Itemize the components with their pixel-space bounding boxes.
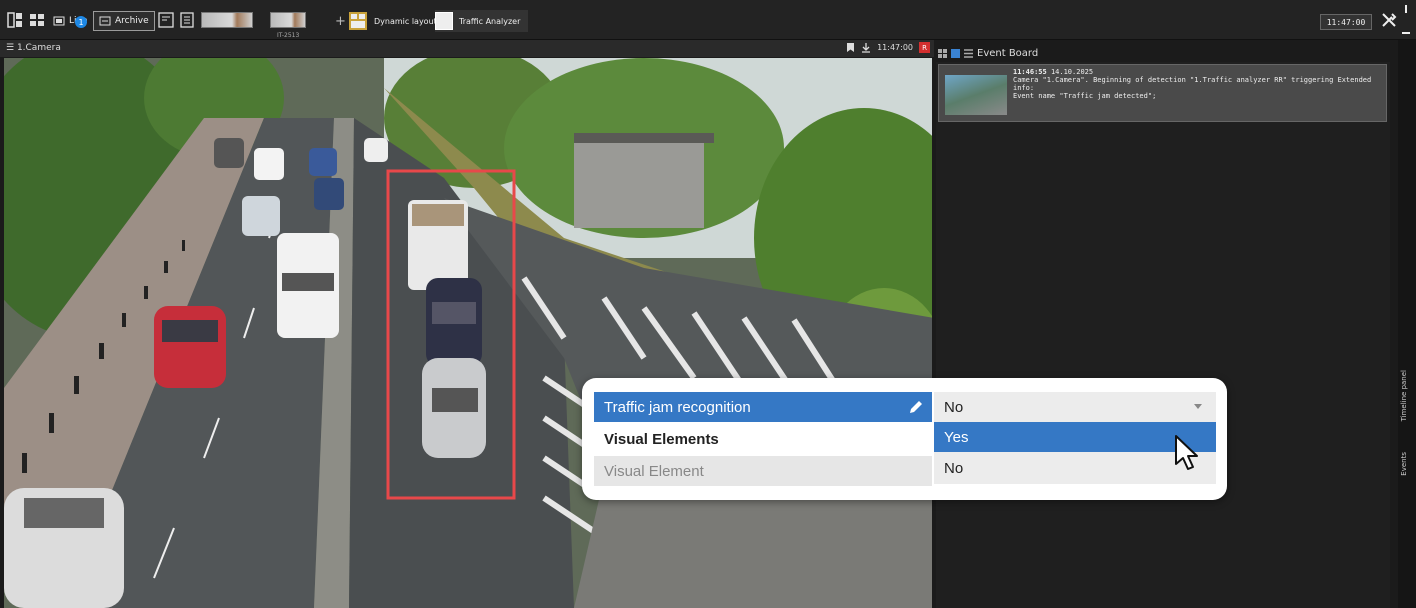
live-button[interactable]: Live 1 xyxy=(48,11,92,31)
archive-label: Archive xyxy=(115,16,149,26)
list-view-icon[interactable] xyxy=(964,48,973,58)
event-board-panel xyxy=(936,62,1390,608)
layout-label: Dynamic layout xyxy=(374,16,437,26)
archive-button[interactable]: Archive xyxy=(93,11,155,31)
recording-badge: R xyxy=(919,42,930,53)
event-text: 11:46:55 14.10.2025 Camera "1.Camera". B… xyxy=(1013,68,1383,100)
archive-icon xyxy=(99,16,111,26)
tools-icon[interactable] xyxy=(1380,11,1398,29)
property-label: Traffic jam recognition xyxy=(604,398,751,416)
property-traffic-jam-recognition[interactable]: Traffic jam recognition xyxy=(594,392,932,422)
thumbnail-label: IT-2513 xyxy=(277,32,300,39)
grid-icon[interactable] xyxy=(28,11,46,29)
event-date: 14.10.2025 xyxy=(1050,68,1094,76)
layout-tab-traffic-analyzer[interactable]: Traffic Analyzer xyxy=(435,10,529,32)
settings-popup: Traffic jam recognition Visual Elements … xyxy=(582,378,1227,500)
event-board-title: Event Board xyxy=(977,47,1039,59)
mouse-cursor-icon xyxy=(1175,435,1198,470)
search-archive-icon[interactable] xyxy=(157,11,175,29)
event-board-header: Event Board xyxy=(938,44,1388,62)
tile-view-icon[interactable] xyxy=(951,48,960,58)
timeline-panel-tab[interactable]: Timeline panel xyxy=(1400,370,1408,421)
grid-view-icon[interactable] xyxy=(938,48,947,58)
events-tab[interactable]: Events xyxy=(1400,452,1408,476)
value-dropdown[interactable]: No xyxy=(934,392,1216,422)
layout-thumbnail[interactable] xyxy=(270,12,306,28)
layout-thumbnail[interactable] xyxy=(201,12,253,28)
layout-square-icon xyxy=(435,12,453,30)
camera-video-feed[interactable] xyxy=(4,58,932,608)
dropdown-selected-value: No xyxy=(944,398,964,416)
section-visual-elements: Visual Elements xyxy=(604,430,719,448)
property-visual-element[interactable]: Visual Element xyxy=(594,456,932,486)
layout-menu-icon[interactable] xyxy=(6,11,24,29)
live-badge: 1 xyxy=(75,16,87,28)
event-time: 11:46:55 xyxy=(1013,68,1047,76)
top-toolbar: Live 1 Archive IT-2513 + Dynamic layout … xyxy=(0,0,1416,40)
toolbar-clock: 11:47:00 xyxy=(1320,14,1372,30)
layout-label: Traffic Analyzer xyxy=(459,16,521,26)
camera-name[interactable]: ☰ 1.Camera xyxy=(6,43,61,53)
dropdown-arrow-icon xyxy=(1194,404,1202,409)
window-controls-icon[interactable] xyxy=(1399,3,1413,39)
traffic-scene xyxy=(4,58,932,608)
dynamic-layout-icon xyxy=(349,12,367,30)
event-info: Event name "Traffic jam detected"; xyxy=(1013,92,1157,100)
download-icon[interactable] xyxy=(861,42,871,53)
bookmark-icon[interactable] xyxy=(846,42,855,53)
camera-time: 11:47:00 xyxy=(877,43,913,52)
live-icon xyxy=(53,16,65,26)
side-panel-strip: Timeline panel Events xyxy=(1398,40,1416,608)
layout-tab-dynamic[interactable]: Dynamic layout xyxy=(348,10,445,32)
event-item[interactable]: 11:46:55 14.10.2025 Camera "1.Camera". B… xyxy=(938,64,1387,122)
camera-header: ☰ 1.Camera 11:47:00 R xyxy=(0,40,934,57)
edit-pencil-icon[interactable] xyxy=(908,399,924,415)
event-description: Camera "1.Camera". Beginning of detectio… xyxy=(1013,76,1372,92)
event-thumbnail[interactable] xyxy=(945,75,1007,115)
report-icon[interactable] xyxy=(178,11,196,29)
